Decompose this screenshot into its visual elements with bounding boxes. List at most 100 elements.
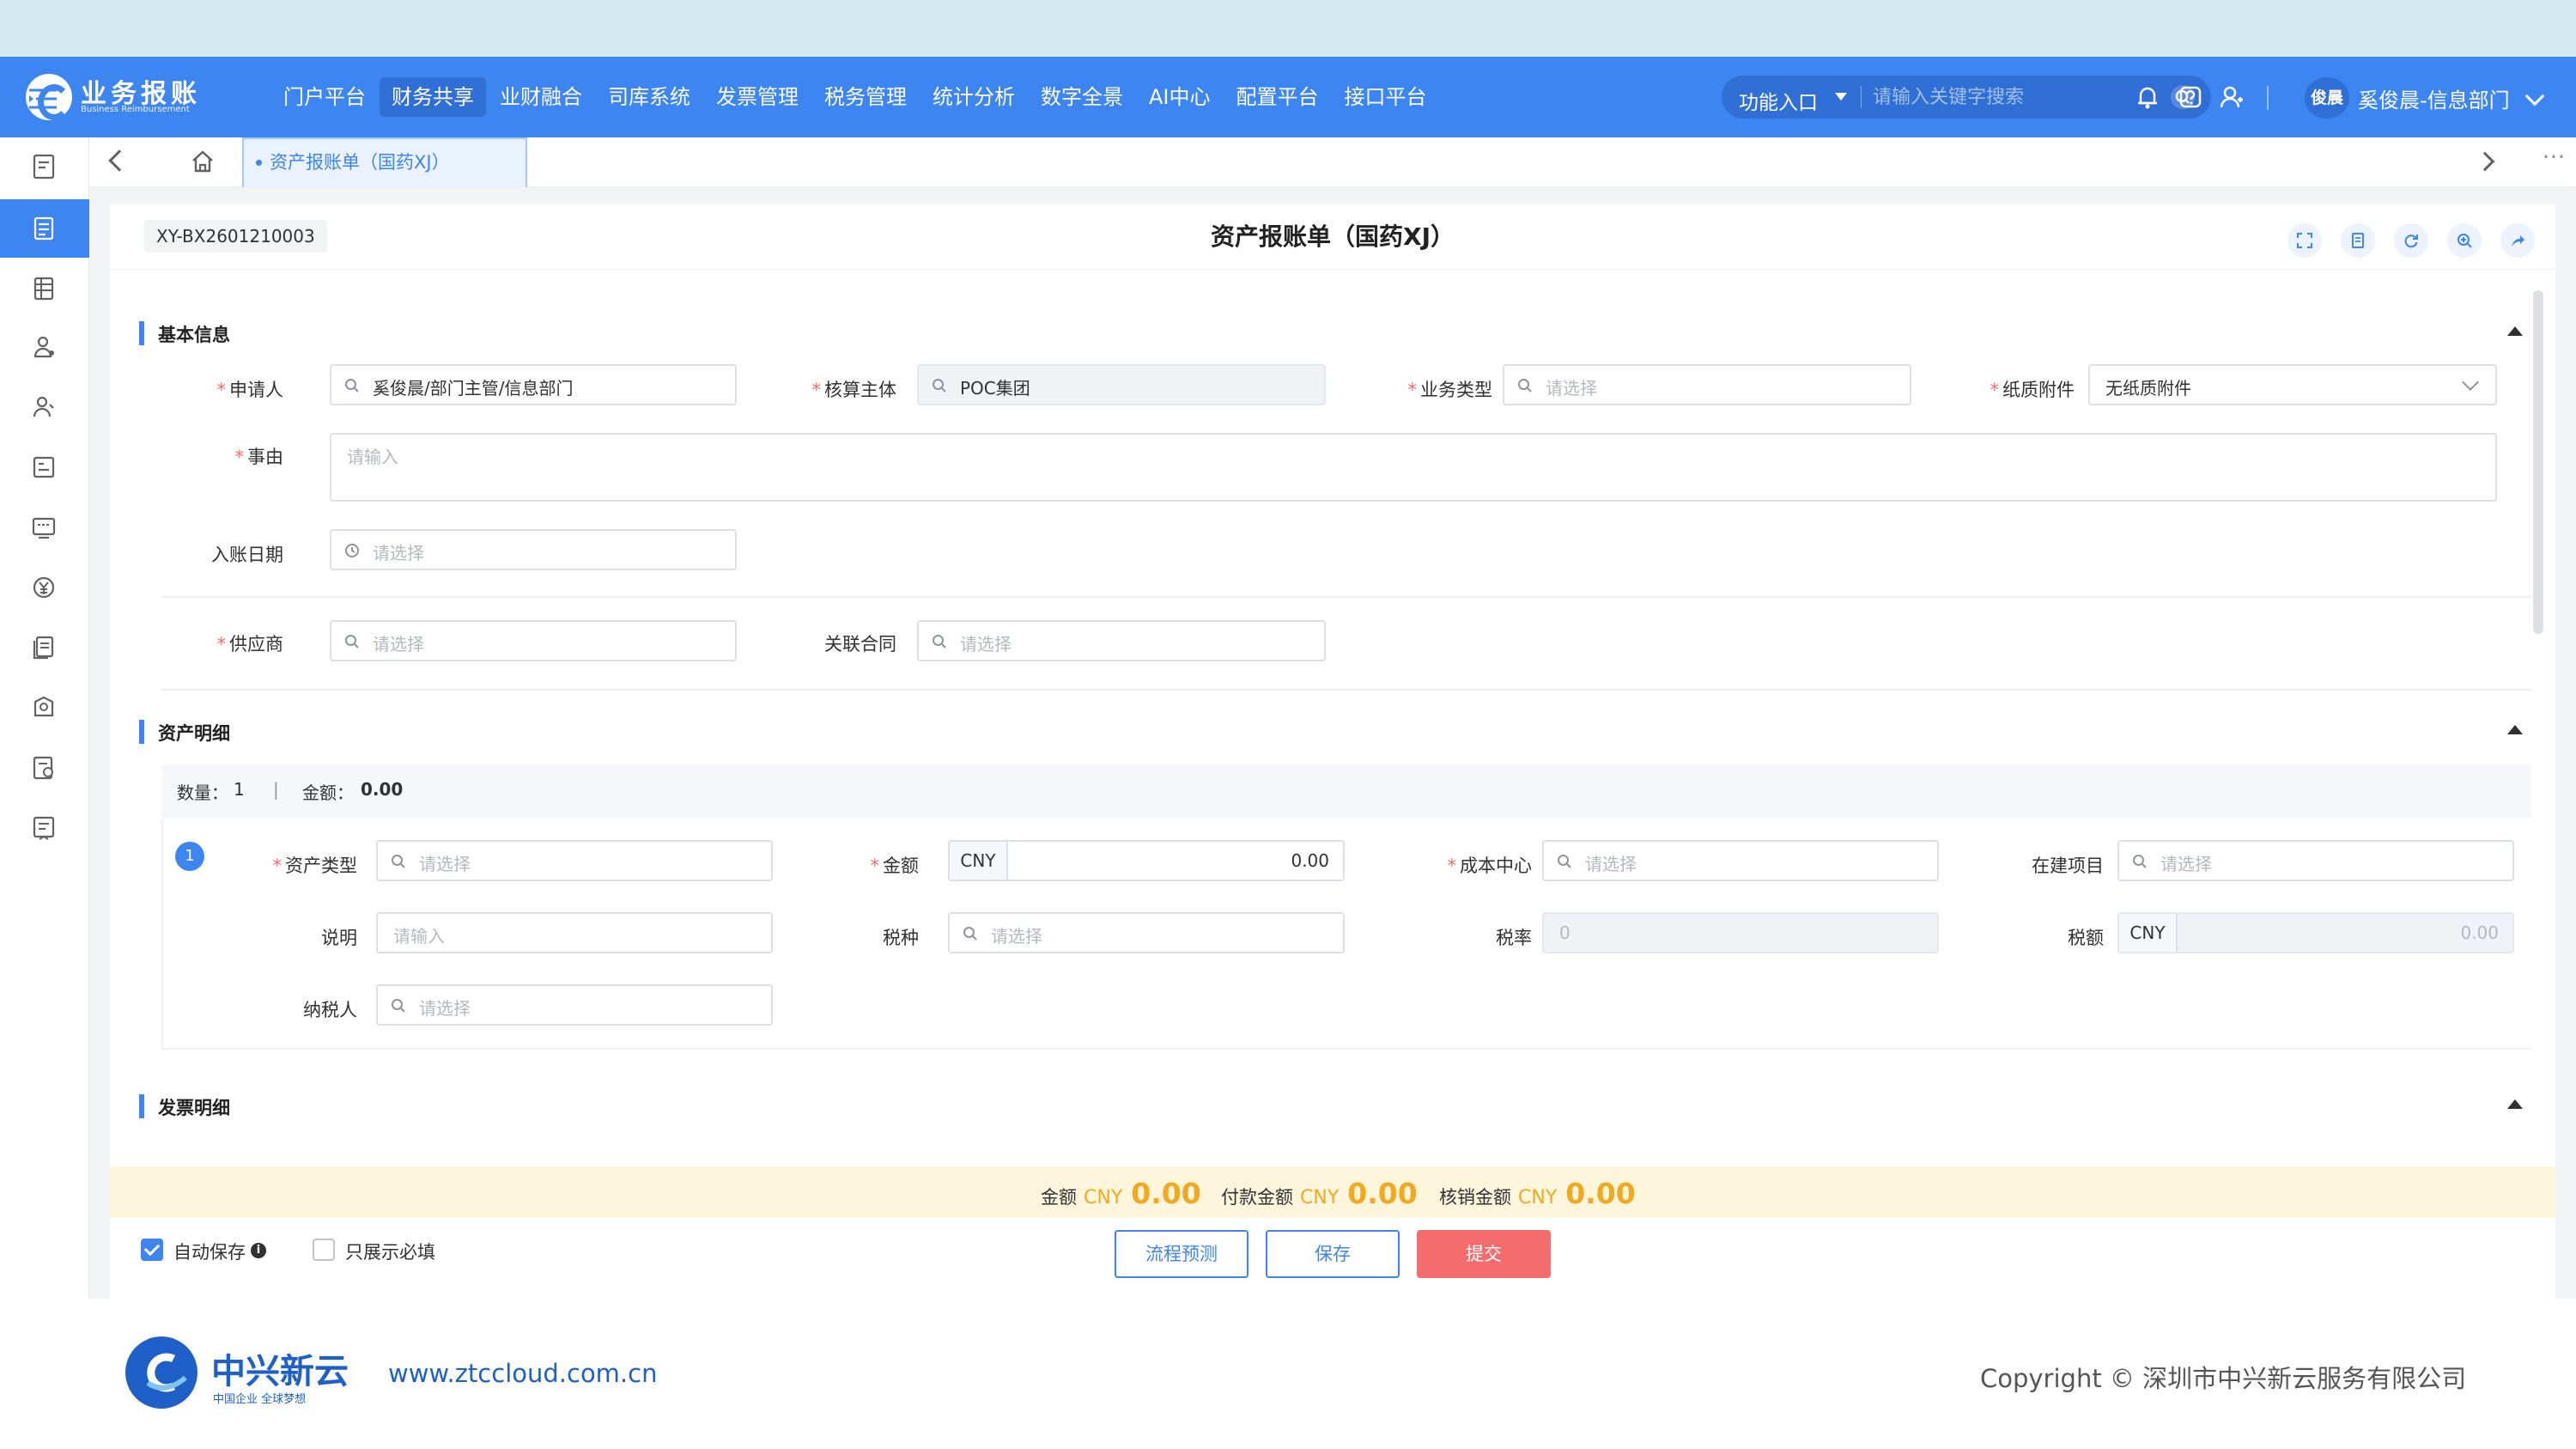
nav-finance-share[interactable]: 财务共享	[380, 77, 486, 117]
entity-field[interactable]: POC集团	[917, 364, 1326, 405]
supplier-field[interactable]: 请选择	[330, 620, 737, 661]
paper-attachment-select[interactable]: 无纸质附件	[2088, 364, 2497, 405]
biz-type-field[interactable]: 请选择	[1503, 364, 1911, 405]
chevron-right-icon[interactable]	[2475, 151, 2495, 172]
sidebar-item-stamp[interactable]	[0, 679, 89, 737]
nav-tax[interactable]: 税务管理	[812, 77, 919, 117]
info-icon[interactable]: i	[251, 1243, 266, 1258]
nav-invoice[interactable]: 发票管理	[704, 77, 811, 117]
share-button[interactable]	[2500, 223, 2535, 258]
autosave-checkbox[interactable]	[141, 1239, 163, 1261]
user-name[interactable]: 奚俊晨-信息部门	[2358, 83, 2510, 113]
cost-center-label: * 成本中心	[1447, 855, 1533, 876]
cost-center-placeholder: 请选择	[1585, 854, 1637, 874]
reason-textarea[interactable]: 请输入	[330, 433, 2497, 502]
form-content: 基本信息 * 申请人 奚俊晨/部门主管/信息部门 * 核算主体 POC集团 * 业务类…	[136, 282, 2531, 1158]
autosave-label: 自动保存	[173, 1242, 246, 1263]
total-amount: 金额 CNY 0.00	[1041, 1177, 1201, 1210]
tab-asset-reimbursement[interactable]: 资产报账单（国药XJ）	[242, 137, 527, 187]
collapse-icon[interactable]	[2507, 725, 2523, 734]
home-icon[interactable]	[189, 148, 216, 175]
brand-name: 中兴新云	[211, 1352, 349, 1391]
document-number: XY-BX2601210003	[144, 220, 327, 253]
entry-date-picker[interactable]: 请选择	[330, 529, 737, 570]
count-label: 数量：	[177, 782, 228, 803]
sidebar-item-menu[interactable]	[0, 60, 89, 137]
section-asset-detail[interactable]: 资产明细	[139, 715, 2526, 746]
scrollbar[interactable]	[2533, 290, 2543, 634]
applicant-field[interactable]: 奚俊晨/部门主管/信息部门	[330, 364, 737, 405]
sidebar-item-invoice[interactable]	[0, 799, 89, 857]
search-icon	[1518, 379, 1532, 393]
asset-amount-input[interactable]: CNY 0.00	[948, 840, 1345, 881]
required-only-checkbox[interactable]	[313, 1239, 335, 1261]
avatar[interactable]: 俊晨	[2305, 77, 2349, 119]
global-search-input[interactable]	[1873, 83, 2148, 111]
search-icon	[1558, 855, 1571, 868]
refresh-button[interactable]	[2394, 223, 2428, 258]
sidebar-item-currency[interactable]	[0, 558, 89, 617]
asset-row-card: 1 * 资产类型 请选择 * 金额 CNY 0.00 * 成本中心 请选择 在建项目	[161, 819, 2531, 1050]
divider	[161, 689, 2531, 691]
tax-rate-label: 税率	[1496, 928, 1532, 948]
sidebar-item-document[interactable]	[0, 618, 89, 677]
menu-toggle-icon[interactable]	[26, 86, 60, 112]
collapse-icon[interactable]	[2507, 326, 2523, 336]
nav-ai[interactable]: AI中心	[1137, 77, 1223, 117]
section-title: 基本信息	[158, 325, 230, 345]
project-field[interactable]: 请选择	[2117, 840, 2514, 881]
sidebar-item-report[interactable]	[0, 438, 89, 496]
applicant-label: * 申请人	[216, 380, 284, 400]
more-icon[interactable]: ···	[2540, 145, 2567, 175]
nav-interface[interactable]: 接口平台	[1333, 77, 1439, 117]
sidebar-item-reimbursement[interactable]	[0, 199, 89, 258]
nav-portal[interactable]: 门户平台	[271, 77, 378, 117]
chevron-left-icon[interactable]	[108, 149, 131, 172]
caret-down-icon[interactable]	[1835, 93, 1847, 100]
sidebar-item-dashboard[interactable]	[0, 137, 89, 196]
zoom-button[interactable]	[2447, 223, 2482, 258]
bell-icon[interactable]	[2131, 81, 2164, 113]
user-switch-icon[interactable]	[2215, 81, 2248, 113]
print-button[interactable]	[2341, 223, 2375, 258]
asset-summary: 数量： 1 | 金额： 0.00	[161, 764, 2531, 818]
nav-analytics[interactable]: 统计分析	[920, 77, 1027, 117]
submit-button[interactable]: 提交	[1417, 1230, 1551, 1278]
sidebar-item-monitor[interactable]	[0, 498, 89, 557]
desc-input[interactable]: 请输入	[376, 912, 773, 953]
function-entry-dropdown[interactable]: 功能入口	[1739, 86, 1818, 115]
asset-type-placeholder: 请选择	[419, 854, 471, 874]
contract-field[interactable]: 请选择	[917, 620, 1326, 661]
nav-treasury[interactable]: 司库系统	[596, 77, 702, 117]
audit-icon	[33, 756, 53, 780]
clock-icon	[345, 544, 359, 557]
asset-type-field[interactable]: 请选择	[376, 840, 773, 881]
section-marker	[139, 321, 144, 345]
top-nav: 门户平台 财务共享 业财融合 司库系统 发票管理 税务管理 统计分析 数字全景 …	[271, 77, 1441, 117]
save-button[interactable]: 保存	[1266, 1230, 1400, 1278]
document-icon	[33, 636, 54, 660]
tax-amount-input[interactable]: CNY 0.00	[2117, 912, 2514, 953]
flow-predict-button[interactable]: 流程预测	[1115, 1230, 1249, 1278]
section-basic-info[interactable]: 基本信息	[139, 316, 2526, 347]
sidebar-item-audit[interactable]	[0, 739, 89, 797]
help-icon[interactable]	[2174, 81, 2207, 113]
nav-digital[interactable]: 数字全景	[1029, 77, 1135, 117]
tax-type-field[interactable]: 请选择	[948, 912, 1345, 953]
taxpayer-field[interactable]: 请选择	[376, 984, 773, 1026]
section-invoice-detail[interactable]: 发票明细	[139, 1089, 2526, 1120]
sidebar-item-approver[interactable]	[0, 318, 89, 376]
chevron-down-icon[interactable]	[2524, 86, 2545, 107]
sidebar-item-ledger[interactable]	[0, 259, 89, 318]
cost-center-field[interactable]: 请选择	[1542, 840, 1939, 881]
desc-placeholder: 请输入	[393, 926, 445, 947]
collapse-icon[interactable]	[2507, 1099, 2523, 1109]
nav-config[interactable]: 配置平台	[1224, 77, 1331, 117]
tax-rate-input[interactable]: 0	[1542, 912, 1939, 953]
entry-date-label: 入账日期	[211, 545, 283, 565]
nav-biz-finance[interactable]: 业财融合	[488, 77, 594, 117]
brand-slogan: 中国企业 全球梦想	[213, 1393, 307, 1406]
fullscreen-button[interactable]	[2287, 223, 2322, 258]
website-link[interactable]: www.ztccloud.com.cn	[388, 1359, 657, 1388]
sidebar-item-user[interactable]	[0, 378, 89, 436]
